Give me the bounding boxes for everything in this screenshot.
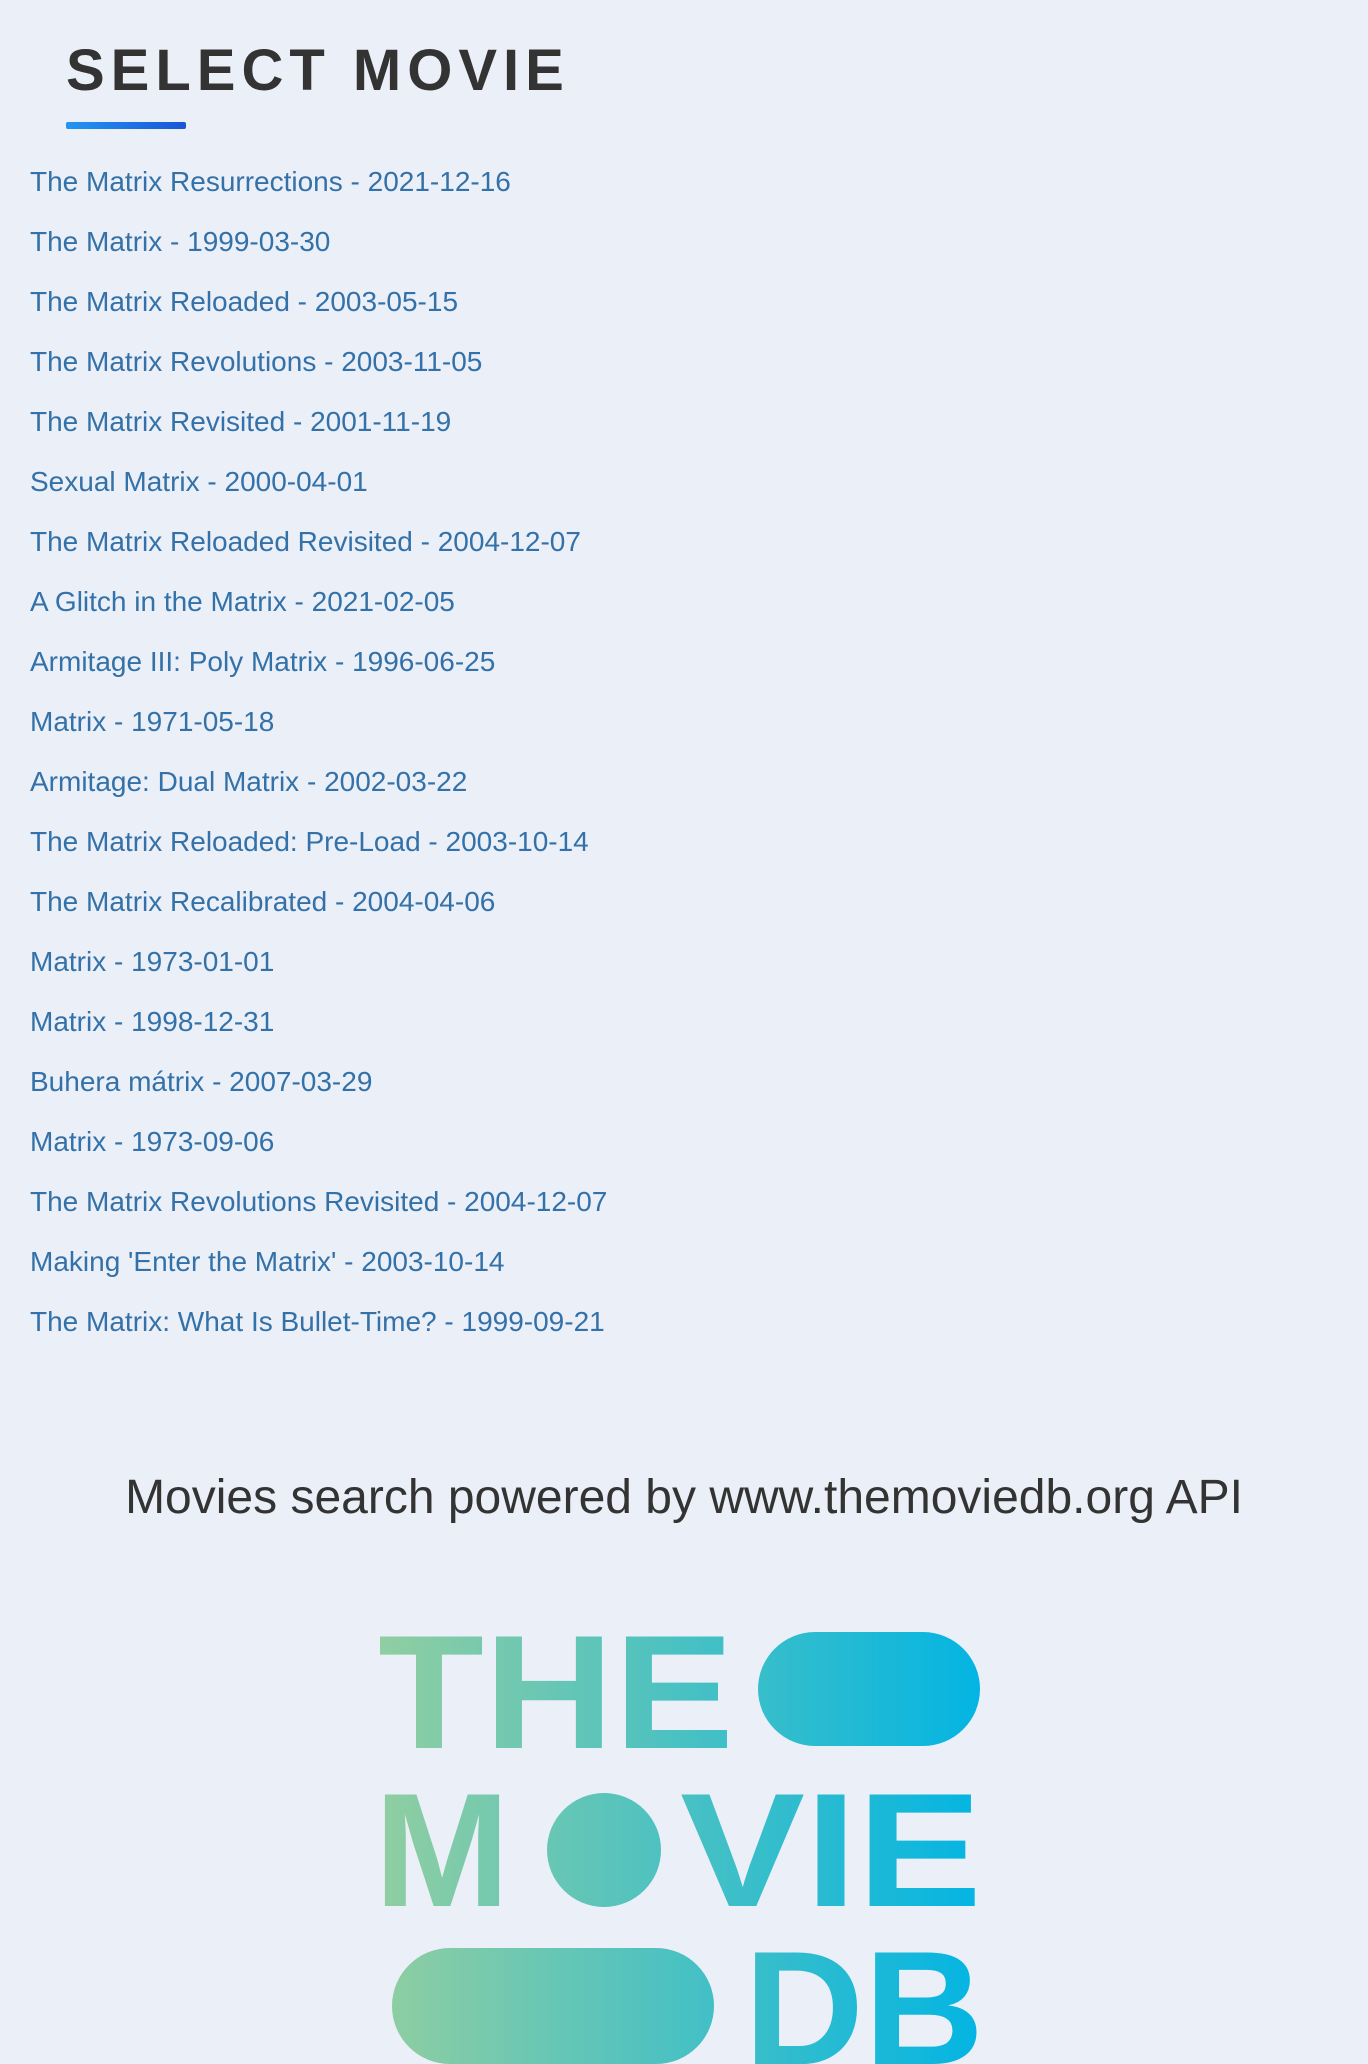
page-header: SELECT MOVIE <box>66 36 570 129</box>
logo-pill-bottom <box>392 1948 714 2064</box>
page-title: SELECT MOVIE <box>66 38 570 103</box>
list-item: The Matrix Recalibrated - 2004-04-06 <box>30 880 607 940</box>
logo-text-db: DB <box>744 1918 984 2064</box>
movie-link[interactable]: Armitage: Dual Matrix - 2002-03-22 <box>30 766 467 797</box>
movie-link[interactable]: A Glitch in the Matrix - 2021-02-05 <box>30 586 455 617</box>
movie-link[interactable]: Matrix - 1973-01-01 <box>30 946 274 977</box>
movie-link[interactable]: Sexual Matrix - 2000-04-01 <box>30 466 368 497</box>
title-underline <box>66 122 186 129</box>
list-item: The Matrix Revisited - 2001-11-19 <box>30 400 607 460</box>
movie-link[interactable]: The Matrix Resurrections - 2021-12-16 <box>30 166 511 197</box>
movie-link[interactable]: Matrix - 1971-05-18 <box>30 706 274 737</box>
list-item: The Matrix Revolutions Revisited - 2004-… <box>30 1180 607 1240</box>
list-item: Armitage III: Poly Matrix - 1996-06-25 <box>30 640 607 700</box>
movie-link[interactable]: Making 'Enter the Matrix' - 2003-10-14 <box>30 1246 504 1277</box>
list-item: Matrix - 1973-09-06 <box>30 1120 607 1180</box>
movie-link[interactable]: The Matrix: What Is Bullet-Time? - 1999-… <box>30 1306 605 1337</box>
list-item: Matrix - 1973-01-01 <box>30 940 607 1000</box>
list-item: The Matrix Reloaded Revisited - 2004-12-… <box>30 520 607 580</box>
list-item: The Matrix Reloaded: Pre-Load - 2003-10-… <box>30 820 607 880</box>
movie-list: The Matrix Resurrections - 2021-12-16 The… <box>30 160 607 1360</box>
logo-text-vie: VIE <box>680 1760 982 1941</box>
list-item: Making 'Enter the Matrix' - 2003-10-14 <box>30 1240 607 1300</box>
movie-link[interactable]: The Matrix Reloaded - 2003-05-15 <box>30 286 458 317</box>
powered-by-text: Movies search powered by www.themoviedb.… <box>125 1471 1243 1524</box>
list-item: Armitage: Dual Matrix - 2002-03-22 <box>30 760 607 820</box>
list-item: Buhera mátrix - 2007-03-29 <box>30 1060 607 1120</box>
list-item: The Matrix Revolutions - 2003-11-05 <box>30 340 607 400</box>
list-item: Matrix - 1998-12-31 <box>30 1000 607 1060</box>
tmdb-logo: THE M VIE DB <box>380 1630 984 2064</box>
logo-pill-top <box>758 1632 980 1746</box>
list-item: Matrix - 1971-05-18 <box>30 700 607 760</box>
movie-link[interactable]: The Matrix Revolutions - 2003-11-05 <box>30 346 482 377</box>
movie-link[interactable]: The Matrix - 1999-03-30 <box>30 226 330 257</box>
list-item: The Matrix - 1999-03-30 <box>30 220 607 280</box>
list-item: The Matrix: What Is Bullet-Time? - 1999-… <box>30 1300 607 1360</box>
list-item: The Matrix Resurrections - 2021-12-16 <box>30 160 607 220</box>
movie-link[interactable]: The Matrix Revisited - 2001-11-19 <box>30 406 451 437</box>
list-item: A Glitch in the Matrix - 2021-02-05 <box>30 580 607 640</box>
movie-link[interactable]: The Matrix Recalibrated - 2004-04-06 <box>30 886 495 917</box>
movie-link[interactable]: The Matrix Reloaded Revisited - 2004-12-… <box>30 526 581 557</box>
logo-text-m: M <box>380 1760 510 1941</box>
movie-link[interactable]: Matrix - 1998-12-31 <box>30 1006 274 1037</box>
list-item: Sexual Matrix - 2000-04-01 <box>30 460 607 520</box>
movie-link[interactable]: Matrix - 1973-09-06 <box>30 1126 274 1157</box>
movie-link[interactable]: The Matrix Reloaded: Pre-Load - 2003-10-… <box>30 826 589 857</box>
movie-link[interactable]: The Matrix Revolutions Revisited - 2004-… <box>30 1186 607 1217</box>
list-item: The Matrix Reloaded - 2003-05-15 <box>30 280 607 340</box>
logo-circle <box>547 1793 661 1907</box>
movie-link[interactable]: Buhera mátrix - 2007-03-29 <box>30 1066 372 1097</box>
movie-link[interactable]: Armitage III: Poly Matrix - 1996-06-25 <box>30 646 495 677</box>
